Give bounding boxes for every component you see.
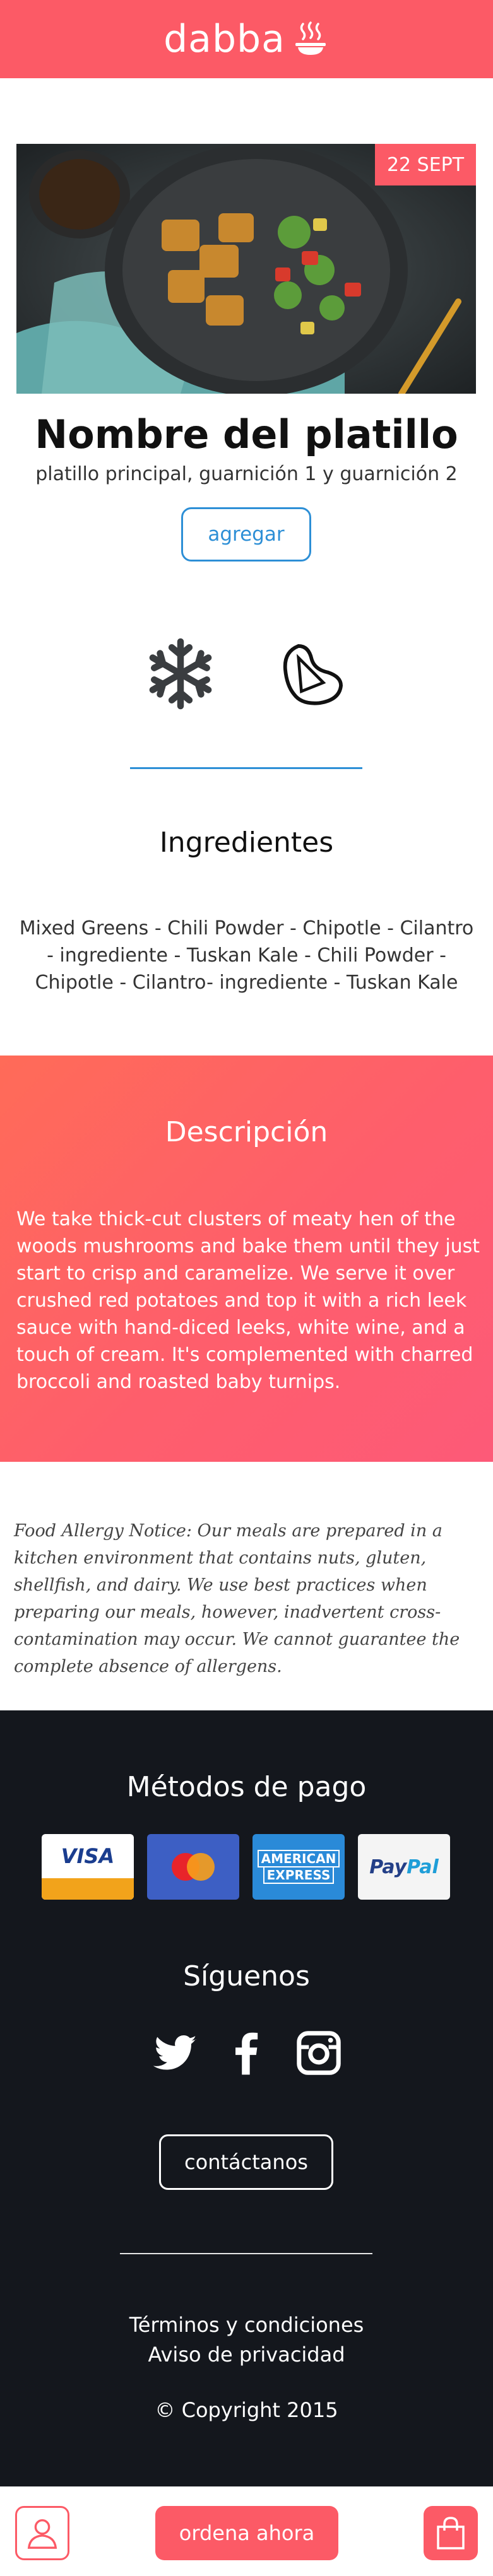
mastercard-circles — [172, 1853, 215, 1881]
ingredients-title: Ingredientes — [159, 826, 334, 859]
instagram-icon[interactable] — [294, 2028, 343, 2078]
user-button[interactable] — [15, 2506, 69, 2560]
footer-divider — [120, 2253, 372, 2254]
facebook-icon[interactable] — [222, 2028, 271, 2078]
paypal-text-b: Pal — [407, 1856, 439, 1878]
date-badge: 22 SEPT — [375, 144, 476, 185]
dish-subtitle: platillo principal, guarnición 1 y guarn… — [35, 463, 458, 485]
copyright: © Copyright 2015 — [155, 2398, 338, 2422]
follow-us-title: Síguenos — [183, 1960, 310, 1992]
dish-title: Nombre del platillo — [35, 411, 458, 457]
description-text: We take thick-cut clusters of meaty hen … — [16, 1208, 480, 1393]
section-divider — [130, 767, 362, 769]
privacy-link[interactable]: Aviso de privacidad — [0, 2343, 493, 2367]
visa-text: VISA — [61, 1844, 115, 1868]
visa-stripe — [42, 1878, 134, 1900]
add-button[interactable]: agregar — [181, 507, 311, 562]
paypal-card-icon: Pay Pal — [358, 1834, 450, 1900]
footer: Métodos de pago VISA AMERICAN EXPRESS Pa… — [0, 1710, 493, 2486]
paypal-text-a: Pay — [369, 1856, 407, 1878]
logo-text: dabba — [163, 17, 285, 61]
amex-card-icon: AMERICAN EXPRESS — [252, 1834, 345, 1900]
allergy-notice: Food Allergy Notice: Our meals are prepa… — [14, 1521, 460, 1676]
steaming-bowl-icon — [295, 21, 326, 55]
contact-button[interactable]: contáctanos — [159, 2134, 333, 2190]
shopping-bag-icon — [437, 2517, 465, 2550]
amex-text-top: AMERICAN — [257, 1850, 340, 1867]
steak-icon — [283, 644, 343, 705]
top-bar: dabba — [0, 0, 493, 78]
snowflake-icon — [149, 638, 212, 710]
cart-button[interactable] — [424, 2506, 478, 2560]
logo[interactable]: dabba — [163, 17, 330, 61]
mastercard-icon — [147, 1834, 239, 1900]
user-icon — [27, 2519, 57, 2549]
order-now-button[interactable]: ordena ahora — [155, 2506, 338, 2560]
terms-link[interactable]: Términos y condiciones — [0, 2313, 493, 2337]
description-section: Descripción We take thick-cut clusters o… — [0, 1056, 493, 1462]
payment-methods-title: Métodos de pago — [126, 1771, 367, 1803]
bottom-action-bar: ordena ahora — [0, 2486, 493, 2576]
amex-text-bottom: EXPRESS — [263, 1867, 335, 1884]
visa-card-icon: VISA — [42, 1834, 134, 1900]
description-title: Descripción — [165, 1116, 328, 1148]
dish-photo: 22 SEPT — [16, 144, 476, 394]
ingredients-list: Mixed Greens - Chili Powder - Chipotle -… — [19, 917, 474, 994]
twitter-icon[interactable] — [150, 2028, 199, 2078]
